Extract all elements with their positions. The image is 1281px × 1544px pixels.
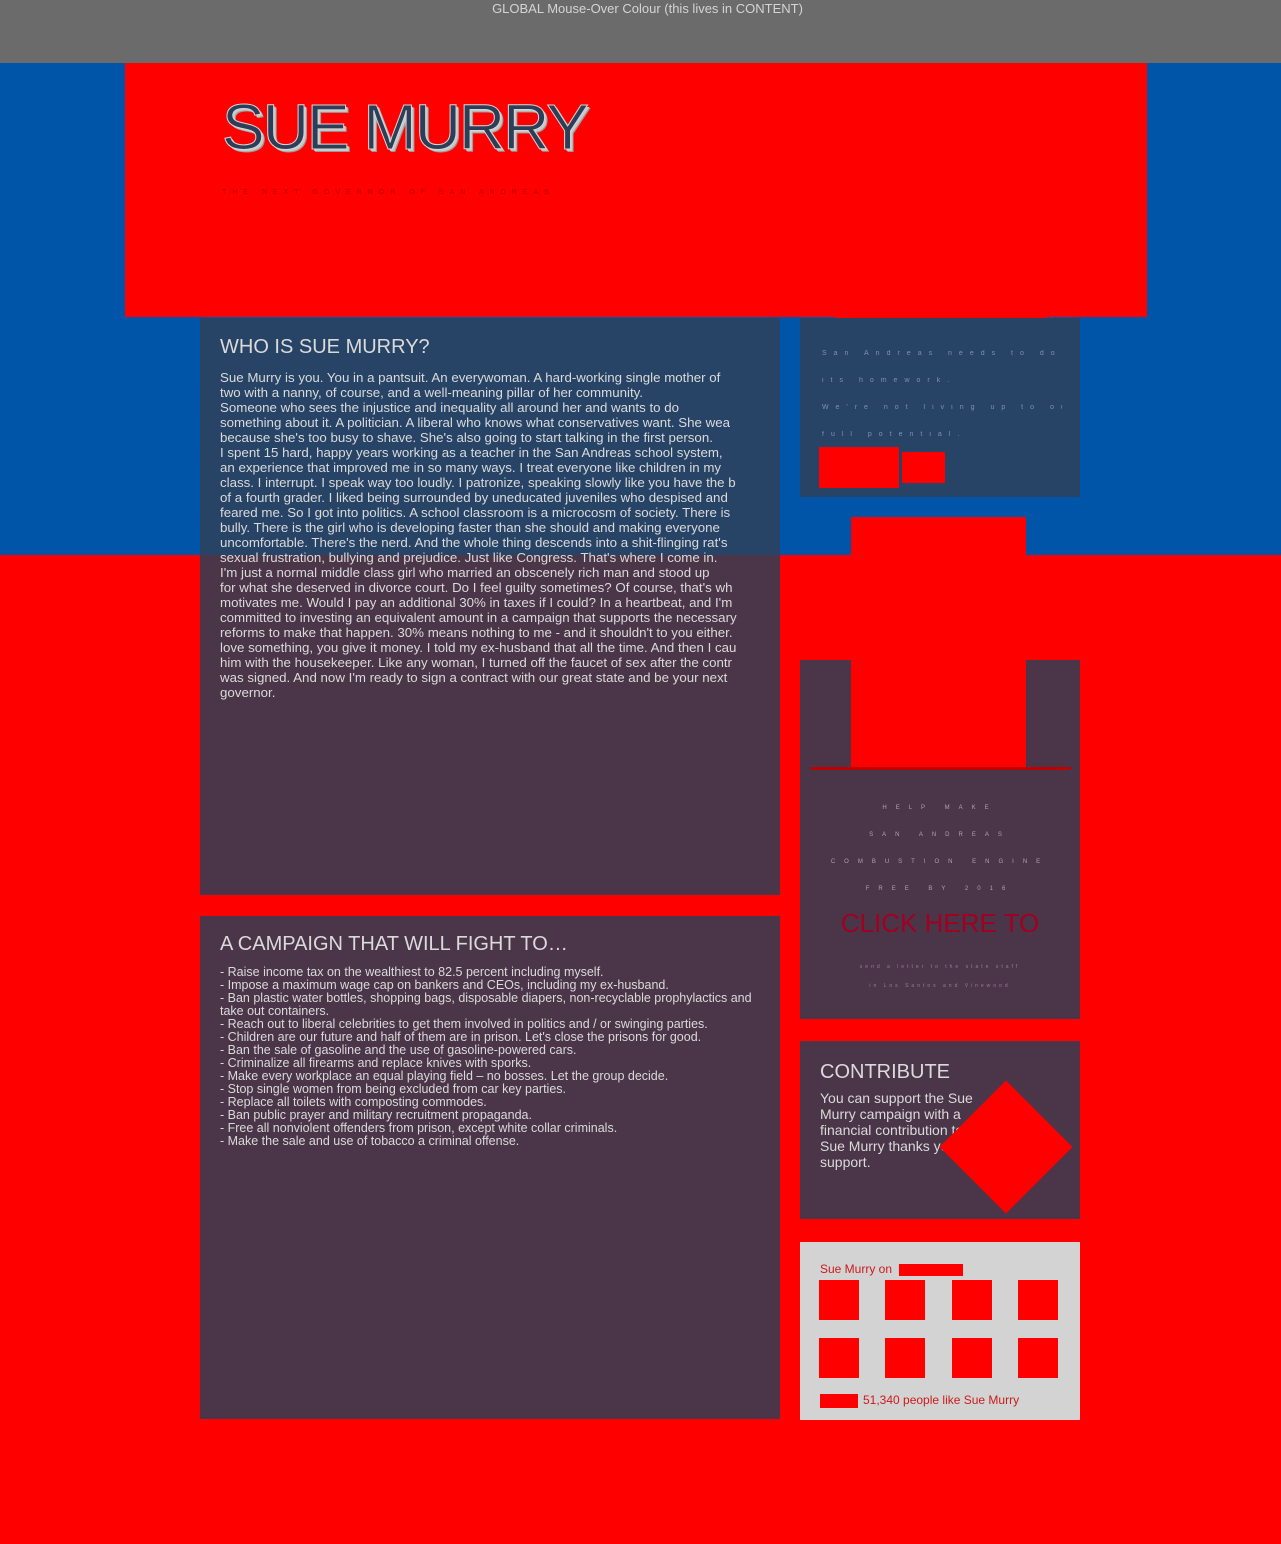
fan-avatar[interactable] <box>819 1338 859 1378</box>
header-tab <box>835 300 1047 320</box>
who-body-line: Someone who sees the injustice and inequ… <box>220 400 680 415</box>
site-title[interactable]: SUE MURRY <box>222 90 590 164</box>
who-panel: WHO IS SUE MURRY? Sue Murry is you. You … <box>200 318 780 895</box>
combustion-line: COMBUSTION ENGINE <box>830 859 1050 865</box>
volunteer-button[interactable] <box>902 452 945 483</box>
who-body-line: I spent 15 hard, happy years working as … <box>220 445 723 460</box>
social-label: Sue Murry on <box>820 1262 893 1276</box>
who-body: Sue Murry is you. You in a pantsuit. An … <box>220 370 780 700</box>
like-count: 51,340 people like Sue Murry <box>863 1393 1020 1407</box>
who-body-line: because she's too busy to shave. She's a… <box>220 430 713 445</box>
combustion-line: SAN ANDREAS <box>869 832 1011 838</box>
who-body-line: sexual frustration, bullying and prejudi… <box>220 550 718 565</box>
homework-line: full potential. <box>822 431 967 438</box>
who-body-line: bully. There is the girl who is developi… <box>220 520 720 535</box>
campaign-title: A CAMPAIGN THAT WILL FIGHT TO… <box>220 933 568 955</box>
campaign-panel: A CAMPAIGN THAT WILL FIGHT TO… - Raise i… <box>200 916 780 1419</box>
fan-avatar[interactable] <box>1018 1338 1058 1378</box>
campaign-item: - Make the sale and use of tobacco a cri… <box>220 1134 520 1148</box>
who-body-line: committed to investing an equivalent amo… <box>220 610 737 625</box>
contribute-panel: CONTRIBUTE You can support the Sue Murry… <box>800 1041 1080 1219</box>
who-body-line: Sue Murry is you. You in a pantsuit. An … <box>220 370 721 385</box>
contribute-title: CONTRIBUTE <box>820 1061 950 1083</box>
who-body-line: him with the housekeeper. Like any woman… <box>220 655 732 670</box>
combustion-small-line: send a letter to the state staff <box>859 964 1021 970</box>
fan-avatar[interactable] <box>1018 1280 1058 1320</box>
who-body-line: two with a nanny, of course, and a well-… <box>220 385 643 400</box>
homework-line: its homework. <box>822 377 957 384</box>
who-body-line: uncomfortable. There's the nerd. And the… <box>220 535 728 550</box>
homework-line: We're not living up to our <box>822 404 1062 411</box>
who-body-line: was signed. And now I'm ready to sign a … <box>220 670 728 685</box>
who-body-line: of a fourth grader. I liked being surrou… <box>220 490 728 505</box>
who-body-line: love something, you give it money. I tol… <box>220 640 737 655</box>
combustion-small-line: in Los Santos and Vinewood <box>869 983 1011 989</box>
who-body-line: for what she deserved in divorce court. … <box>220 580 733 595</box>
donate-button[interactable] <box>819 447 899 488</box>
fan-avatar[interactable] <box>885 1338 925 1378</box>
social-network-logo[interactable] <box>899 1264 963 1276</box>
click-here-link[interactable]: CLICK HERE TO <box>800 908 1080 939</box>
red-ribbon <box>851 517 1026 769</box>
who-title: WHO IS SUE MURRY? <box>220 336 430 358</box>
fan-avatar[interactable] <box>885 1280 925 1320</box>
fan-avatar[interactable] <box>952 1338 992 1378</box>
combustion-line: HELP MAKE <box>882 805 998 811</box>
homework-line: San Andreas needs to do <box>822 350 1062 357</box>
who-body-line: feared me. So I got into politics. A sch… <box>220 505 731 520</box>
who-body-line: something about it. A politician. A libe… <box>220 415 731 430</box>
who-body-line: reforms to make that happen. 30% means n… <box>220 625 733 640</box>
top-bar-label: GLOBAL Mouse-Over Colour (this lives in … <box>492 1 803 16</box>
who-body-line: class. I interrupt. I speak way too loud… <box>220 475 736 490</box>
who-body-line: governor. <box>220 685 276 700</box>
like-button[interactable] <box>820 1394 858 1408</box>
site-tagline: THE NEXT GOVERNOR OF SAN ANDREAS <box>222 189 555 196</box>
who-body-line: an experience that improved me in so man… <box>220 460 722 475</box>
who-body-line: motivates me. Would I pay an additional … <box>220 595 733 610</box>
fan-avatar[interactable] <box>819 1280 859 1320</box>
red-divider <box>811 767 1071 770</box>
fan-avatar[interactable] <box>952 1280 992 1320</box>
who-body-line: I'm just a normal middle class girl who … <box>220 565 710 580</box>
social-panel: Sue Murry on 51,340 people like Sue Murr… <box>800 1242 1080 1420</box>
campaign-item: - Ban plastic water bottles, shopping ba… <box>220 991 752 1018</box>
combustion-line: FREE BY 2016 <box>865 886 1015 892</box>
campaign-list: - Raise income tax on the wealthiest to … <box>220 966 770 1148</box>
